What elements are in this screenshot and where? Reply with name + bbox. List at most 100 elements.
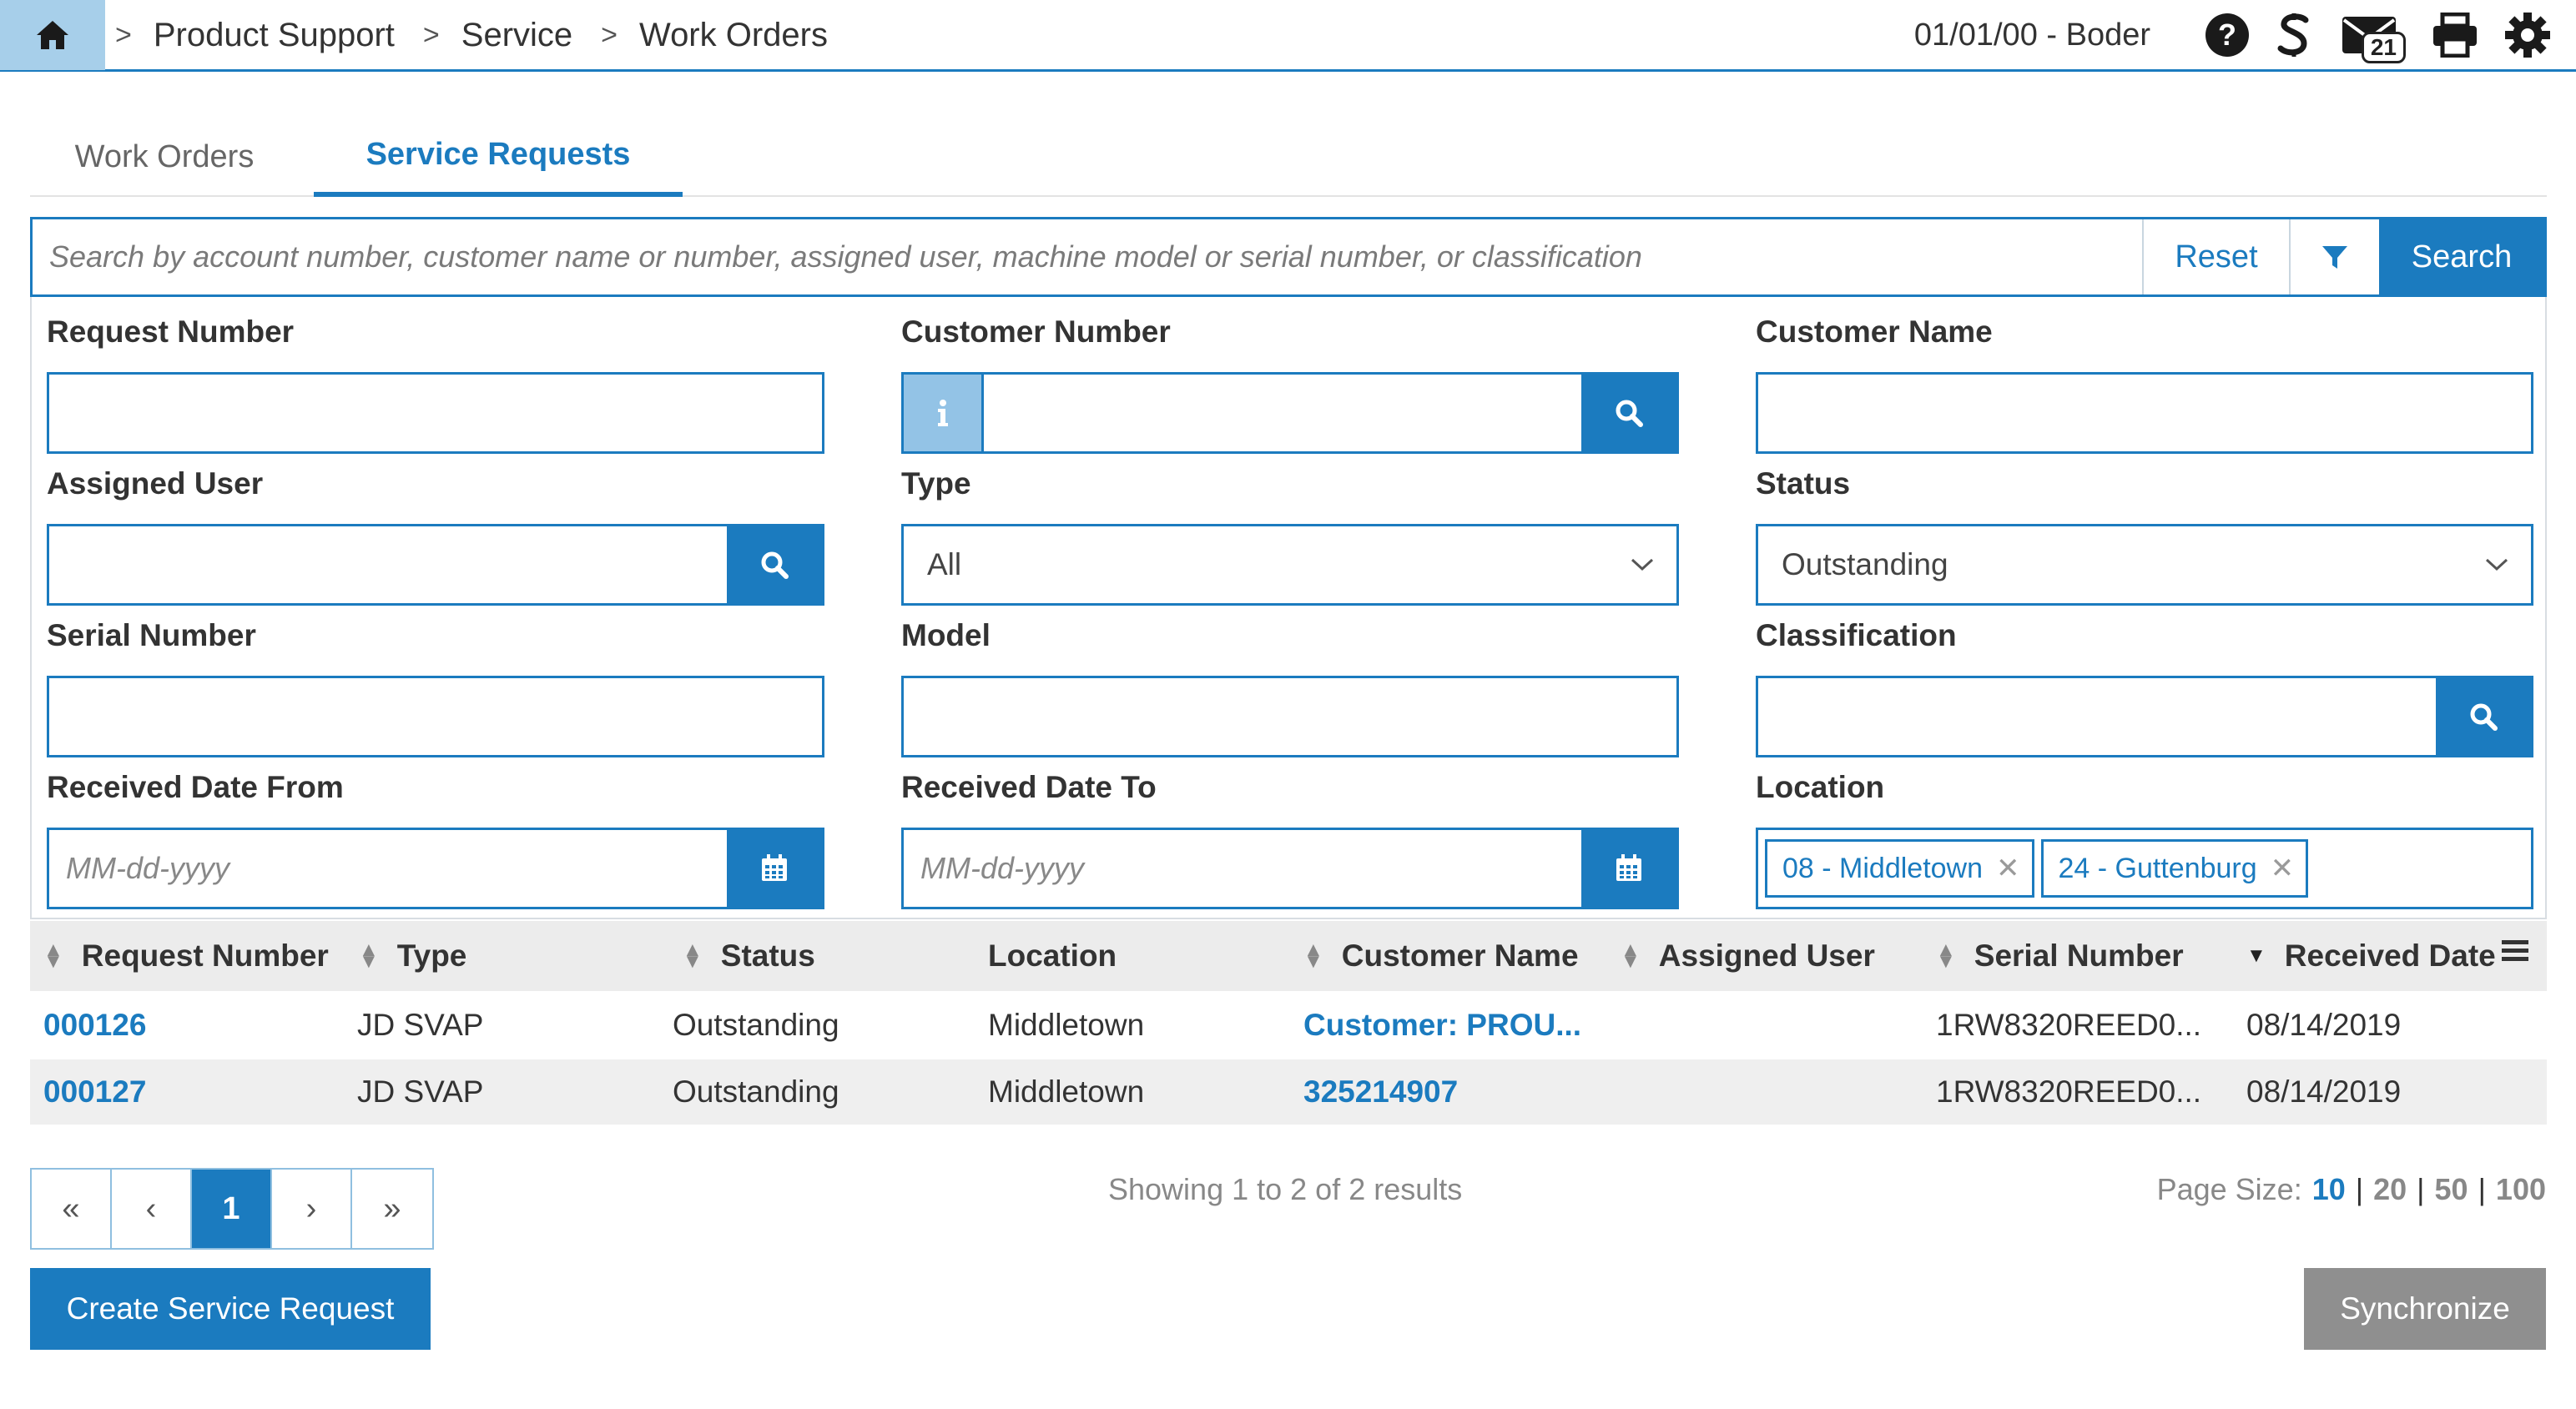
help-icon: ? (2205, 13, 2249, 57)
customer-number-search-button[interactable] (1581, 375, 1676, 451)
model-field: Model (901, 619, 1679, 757)
chevron-down-icon (1631, 558, 1654, 571)
column-header-type[interactable]: ▲ ▼ Type (359, 921, 466, 991)
assigned-user-search-button[interactable] (727, 526, 822, 603)
home-button[interactable] (0, 0, 105, 70)
column-header-location[interactable]: Location (988, 921, 1117, 991)
location-label: Location (1756, 770, 1885, 804)
received-date-to-input[interactable] (904, 830, 1581, 907)
reset-button[interactable]: Reset (2142, 219, 2289, 294)
first-page-button[interactable]: « (32, 1170, 112, 1248)
request-number-input[interactable] (49, 375, 822, 451)
status-field: Status Outstanding (1756, 467, 2533, 606)
breadcrumb-separator: > (601, 18, 618, 51)
customer-info-button[interactable] (904, 375, 984, 451)
customer-number-input[interactable] (984, 375, 1581, 451)
model-input[interactable] (904, 678, 1676, 755)
cell-location: Middletown (988, 1008, 1145, 1042)
classification-input[interactable] (1758, 678, 2436, 755)
filter-panel: Request Number Customer Number Customer … (30, 297, 2547, 919)
sort-icon: ▲ ▼ (1621, 938, 1641, 973)
search-button[interactable]: Search (2379, 219, 2544, 294)
type-field: Type All (901, 467, 1679, 606)
tab-bar: Work Orders Service Requests (30, 117, 2547, 197)
page-size-option-50[interactable]: 50 (2435, 1171, 2468, 1208)
column-header-label: Location (988, 938, 1117, 973)
customer-name-link[interactable]: 325214907 (1303, 1059, 1458, 1125)
type-select[interactable]: All (901, 524, 1679, 606)
breadcrumb-separator: > (422, 18, 440, 51)
received-date-from-input[interactable] (49, 830, 727, 907)
cell-received-date: 08/14/2019 (2246, 1074, 2402, 1109)
next-page-button[interactable]: › (272, 1170, 352, 1248)
classification-field: Classification (1756, 619, 2533, 757)
status-select[interactable]: Outstanding (1756, 524, 2533, 606)
received-date-from-calendar-button[interactable] (727, 830, 822, 907)
column-header-customer-name[interactable]: ▲ ▼ Customer Name (1303, 921, 1579, 991)
page-button-current[interactable]: 1 (192, 1170, 272, 1248)
customer-name-field: Customer Name (1756, 315, 2533, 454)
column-header-label: Assigned User (1658, 938, 1875, 973)
page-size-separator: | (2355, 1172, 2364, 1206)
cell-location: Middletown (988, 1074, 1145, 1109)
prev-page-button[interactable]: ‹ (112, 1170, 192, 1248)
create-service-request-button[interactable]: Create Service Request (30, 1268, 431, 1350)
status-selected-value: Outstanding (1782, 547, 1948, 581)
s-logo-button[interactable] (2276, 12, 2312, 58)
sort-icon: ▲ ▼ (683, 938, 703, 973)
chevron-down-icon (2485, 558, 2508, 571)
serial-number-input[interactable] (49, 678, 822, 755)
print-icon (2433, 13, 2477, 58)
help-button[interactable]: ? (2204, 12, 2251, 58)
page-size-label: Page Size: (2156, 1172, 2302, 1206)
request-number-link[interactable]: 000127 (43, 1059, 146, 1125)
search-bar: Reset Search (30, 217, 2547, 297)
cell-serial-number: 1RW8320REED0... (1936, 1074, 2202, 1109)
classification-search-button[interactable] (2436, 678, 2531, 755)
location-field: Location 08 - Middletown ✕ 24 - Guttenbu… (1756, 770, 2533, 909)
customer-number-field: Customer Number (901, 315, 1679, 454)
filter-button[interactable] (2289, 219, 2379, 294)
customer-number-label: Customer Number (901, 315, 1171, 349)
print-button[interactable] (2431, 13, 2479, 58)
search-input[interactable] (33, 219, 2142, 294)
last-page-button[interactable]: » (352, 1170, 432, 1248)
cell-type: JD SVAP (357, 1008, 484, 1042)
page-size-option-100[interactable]: 100 (2496, 1171, 2546, 1208)
customer-number-box (901, 372, 1679, 454)
cell-serial-number: 1RW8320REED0... (1936, 1008, 2202, 1042)
page-size-option-10[interactable]: 10 (2312, 1171, 2346, 1208)
mail-button[interactable]: 21 (2341, 13, 2406, 63)
column-header-label: Type (396, 938, 467, 973)
page-size-separator: | (2478, 1172, 2486, 1206)
column-menu-button[interactable] (2500, 938, 2530, 969)
page-size-option-20[interactable]: 20 (2373, 1171, 2407, 1208)
calendar-icon (762, 854, 787, 881)
received-date-to-calendar-button[interactable] (1581, 830, 1676, 907)
settings-button[interactable] (2504, 12, 2551, 58)
close-icon[interactable]: ✕ (1996, 852, 2020, 885)
received-date-from-label: Received Date From (47, 770, 344, 804)
tab-service-requests[interactable]: Service Requests (314, 117, 683, 197)
breadcrumb-service[interactable]: Service (461, 17, 572, 54)
table-row: 000126 JD SVAP Outstanding Middletown Cu… (30, 993, 2547, 1058)
column-header-request-number[interactable]: ▲ ▼ Request Number (43, 921, 329, 991)
cell-status: Outstanding (673, 1074, 839, 1109)
request-number-link[interactable]: 000126 (43, 993, 146, 1058)
column-header-serial-number[interactable]: ▲ ▼ Serial Number (1936, 921, 2184, 991)
sort-desc-icon: ▼ (2246, 944, 2266, 967)
column-header-received-date[interactable]: ▼ Received Date (2246, 921, 2496, 991)
tab-work-orders[interactable]: Work Orders (30, 117, 299, 197)
customer-name-link[interactable]: Customer: PROU... (1303, 993, 1581, 1058)
close-icon[interactable]: ✕ (2271, 852, 2295, 885)
synchronize-button[interactable]: Synchronize (2304, 1268, 2546, 1350)
breadcrumb-work-orders[interactable]: Work Orders (639, 17, 828, 54)
assigned-user-input[interactable] (49, 526, 727, 603)
customer-name-input[interactable] (1758, 375, 2531, 451)
type-selected-value: All (927, 547, 962, 581)
breadcrumb-product-support[interactable]: Product Support (154, 17, 395, 54)
search-icon (2470, 703, 2498, 731)
location-multiselect[interactable]: 08 - Middletown ✕ 24 - Guttenburg ✕ (1756, 828, 2533, 909)
column-header-assigned-user[interactable]: ▲ ▼ Assigned User (1621, 921, 1875, 991)
column-header-status[interactable]: ▲ ▼ Status (683, 921, 815, 991)
